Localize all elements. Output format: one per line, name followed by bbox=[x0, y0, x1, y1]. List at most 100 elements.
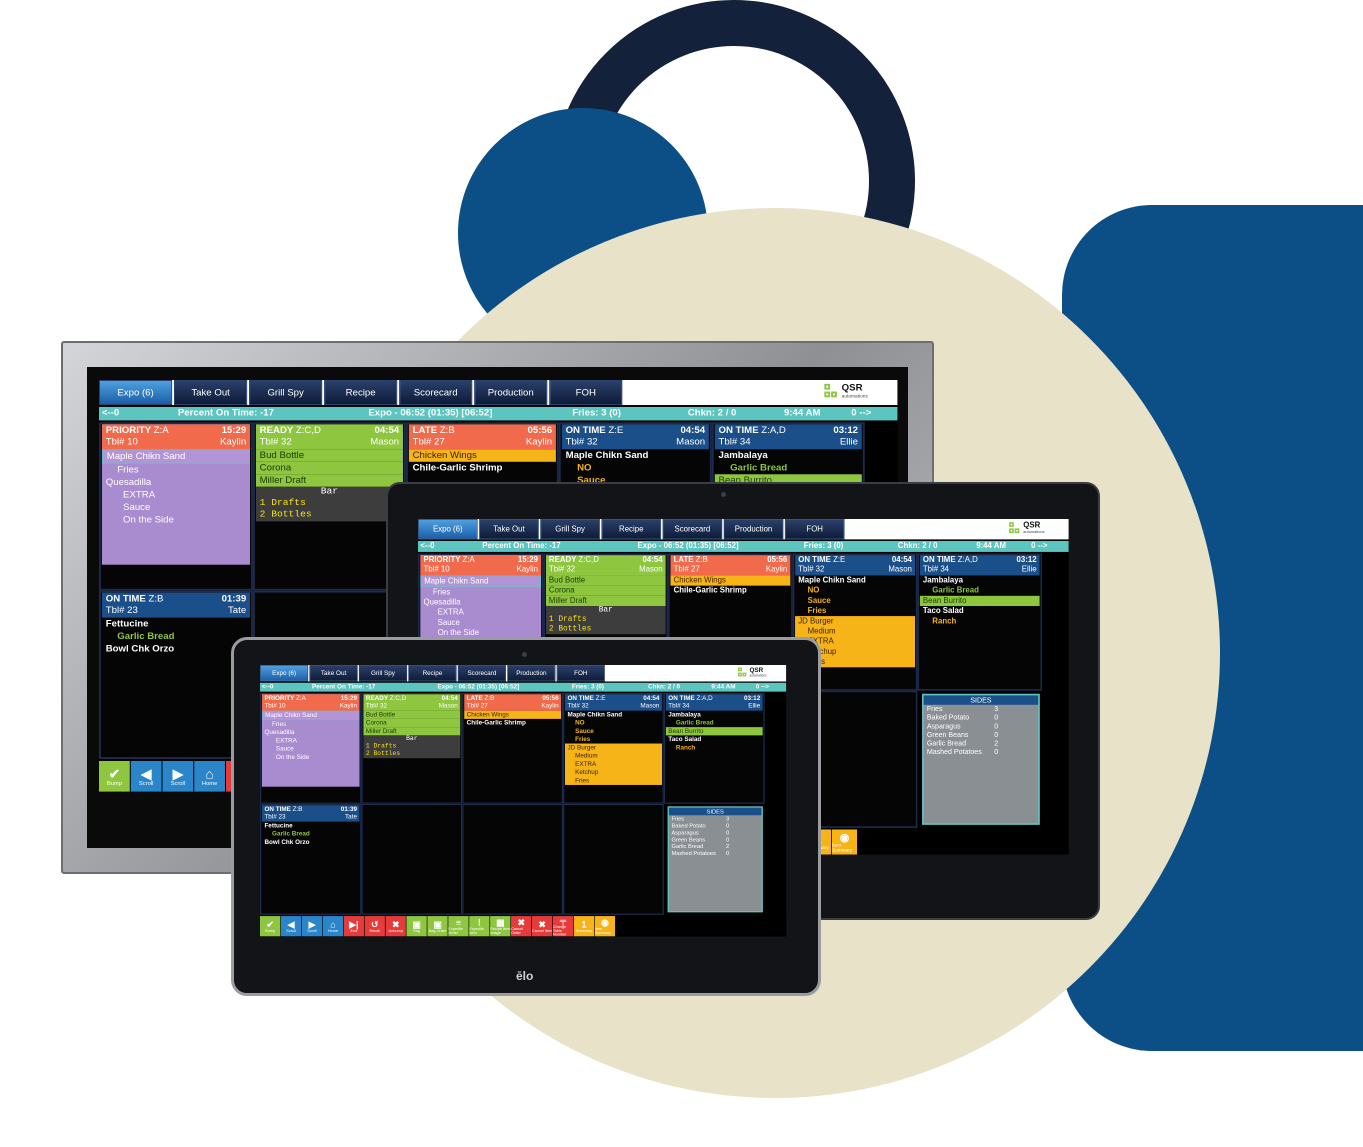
home-button[interactable]: ⌂Home bbox=[194, 760, 226, 792]
arrow-right-button[interactable]: ▶Scroll bbox=[162, 760, 194, 792]
order-item[interactable]: Maple Chikn Sand bbox=[562, 449, 709, 462]
order-item[interactable]: Chicken Wings bbox=[408, 449, 556, 462]
order-item[interactable]: Miller Draft bbox=[255, 474, 403, 487]
order-item[interactable]: Maple Chikn Sand bbox=[261, 710, 360, 721]
unbump-button[interactable]: ✖Unbump bbox=[385, 916, 406, 937]
order-item[interactable]: Chile-Garlic Shrimp bbox=[464, 719, 561, 727]
order-item[interactable]: Quesadilla bbox=[102, 476, 250, 489]
order-item[interactable]: Maple Chikn Sand bbox=[565, 711, 662, 719]
order-item[interactable]: Quesadilla bbox=[420, 597, 541, 607]
bag-button[interactable]: ▣Bag bbox=[406, 916, 427, 937]
order-item[interactable]: Bowl Chk Orzo bbox=[262, 838, 360, 846]
order-item[interactable]: Corona bbox=[545, 585, 666, 596]
ticket-ready[interactable]: READY Z:C,D 04:54 Tbl# 32 Mason Bud Bottle… bbox=[545, 555, 666, 641]
home-button[interactable]: ⌂Home bbox=[322, 916, 344, 937]
ticket-priority[interactable]: PRIORITY Z:A 15:29 Tbl# 10 Kaylin Maple Ch… bbox=[101, 424, 251, 565]
tab-expo[interactable]: Expo (6) bbox=[260, 665, 309, 682]
tab-grill-spy[interactable]: Grill Spy bbox=[540, 519, 600, 540]
tab-take-out[interactable]: Take Out bbox=[174, 380, 248, 406]
tab-production[interactable]: Production bbox=[723, 519, 784, 540]
order-item[interactable]: Maple Chikn Sand bbox=[101, 449, 251, 464]
order-item[interactable]: Fettucine bbox=[262, 822, 360, 830]
item-summary-button[interactable]: ◉Item Summary bbox=[594, 916, 616, 937]
arrow-left-button[interactable]: ◀Scroll bbox=[130, 760, 162, 792]
order-item[interactable]: Quesadilla bbox=[262, 728, 360, 736]
ticket-on-time[interactable]: ON TIME Z:B01:39 Tbl# 23Tate Fettucine G… bbox=[101, 592, 251, 670]
tab-production[interactable]: Production bbox=[507, 665, 556, 682]
order-item[interactable]: Bean Burrito bbox=[919, 595, 1040, 607]
ticket-late[interactable]: LATE Z:B 05:56 Tbl# 27 Kaylin Chicken Wing… bbox=[670, 555, 791, 602]
check-button[interactable]: ✔Bump bbox=[260, 916, 281, 937]
scroll-prev[interactable]: <--0 bbox=[102, 408, 119, 419]
check-button[interactable]: ✔Bump bbox=[99, 760, 130, 792]
order-item[interactable]: Chile-Garlic Shrimp bbox=[409, 462, 556, 475]
ticket-late[interactable]: LATE Z:B 05:56 Tbl# 27 Kaylin Chicken Wing… bbox=[408, 424, 556, 482]
order-item[interactable]: Corona bbox=[255, 461, 403, 475]
expedite-button[interactable]: ≡Expedite Order bbox=[448, 916, 469, 937]
ticket-on-time[interactable]: ON TIME Z:E 04:54 Tbl# 32 Mason Maple Chik… bbox=[564, 694, 662, 802]
order-item[interactable]: Corona bbox=[363, 718, 461, 728]
order-item[interactable]: Bud Bottle bbox=[255, 449, 403, 462]
bag-order-button[interactable]: ▣Bag Order bbox=[427, 916, 448, 937]
recipe-image-button[interactable]: ▦Recipe Item Image bbox=[490, 916, 510, 937]
scroll-next[interactable]: 0 --> bbox=[756, 683, 769, 690]
tab-scorecard[interactable]: Scorecard bbox=[457, 665, 506, 682]
end-button[interactable]: ▶|End bbox=[343, 916, 364, 937]
ticket-ready[interactable]: READY Z:C,D 04:54 Tbl# 32 Mason Bud Bottle… bbox=[363, 694, 461, 764]
recall-button[interactable]: ↺Recall bbox=[364, 916, 385, 937]
order-item[interactable]: Jambalaya bbox=[715, 449, 862, 462]
tab-production[interactable]: Production bbox=[474, 380, 548, 406]
ticket-priority[interactable]: PRIORITY Z:A 15:29 Tbl# 10 Kaylin Maple Ch… bbox=[261, 694, 360, 787]
order-item[interactable]: Bud Bottle bbox=[545, 575, 666, 586]
table-button[interactable]: ╤Change Table Number bbox=[552, 915, 574, 937]
order-item[interactable]: Maple Chikn Sand bbox=[420, 575, 542, 588]
order-item[interactable]: Chicken Wings bbox=[670, 575, 791, 586]
tab-scorecard[interactable]: Scorecard bbox=[662, 519, 723, 540]
order-item[interactable]: Miller Draft bbox=[545, 595, 666, 607]
order-item[interactable]: Chile-Garlic Shrimp bbox=[670, 586, 790, 596]
tab-foh[interactable]: FOH bbox=[556, 665, 605, 682]
scroll-prev[interactable]: <--0 bbox=[420, 542, 434, 551]
arrow-left-button[interactable]: ◀Scroll bbox=[280, 916, 302, 937]
order-item[interactable]: JD Burger bbox=[564, 743, 662, 752]
order-item[interactable]: Maple Chikn Sand bbox=[795, 575, 915, 585]
tab-expo[interactable]: Expo (6) bbox=[418, 519, 478, 540]
tab-take-out[interactable]: Take Out bbox=[309, 665, 358, 682]
tab-recipe[interactable]: Recipe bbox=[324, 380, 398, 406]
scroll-next[interactable]: 0 --> bbox=[1031, 542, 1047, 551]
tab-foh[interactable]: FOH bbox=[784, 519, 845, 540]
expedite-item-button[interactable]: !Expedite Item bbox=[469, 916, 490, 937]
order-item[interactable]: Taco Salad bbox=[920, 606, 1040, 616]
order-item[interactable]: Jambalaya bbox=[666, 711, 763, 719]
ticket-on-time[interactable]: ON TIME Z:B01:39 Tbl# 23Tate Fettucine G… bbox=[261, 805, 360, 856]
order-item[interactable]: Miller Draft bbox=[363, 727, 461, 736]
order-item[interactable]: Bowl Chk Orzo bbox=[102, 643, 250, 656]
ticket-on-time[interactable]: ON TIME Z:A,D 03:12 Tbl# 34 Ellie Jambalay… bbox=[919, 555, 1040, 633]
arrow-right-button[interactable]: ▶Scroll bbox=[301, 916, 323, 937]
scroll-next[interactable]: 0 --> bbox=[851, 408, 871, 419]
tab-expo[interactable]: Expo (6) bbox=[99, 380, 173, 406]
order-item[interactable]: Bud Bottle bbox=[363, 710, 461, 719]
item-summary-button[interactable]: ◉Item Summary bbox=[831, 829, 858, 855]
order-item[interactable]: Jambalaya bbox=[920, 575, 1040, 585]
scroll-prev[interactable]: <--0 bbox=[262, 683, 273, 690]
summary-button[interactable]: 1Summary bbox=[573, 916, 595, 937]
ticket-on-time[interactable]: ON TIME Z:A,D 03:12 Tbl# 34 Ellie Jambalay… bbox=[665, 694, 763, 757]
tab-scorecard[interactable]: Scorecard bbox=[399, 380, 473, 406]
order-item[interactable]: JD Burger bbox=[795, 616, 916, 627]
ticket-ready[interactable]: READY Z:C,D 04:54 Tbl# 32 Mason Bud Bottle… bbox=[255, 424, 403, 530]
tab-foh[interactable]: FOH bbox=[549, 380, 623, 406]
highlighted-item[interactable]: JD Burger Medium EXTRA Ketchup Fries bbox=[564, 743, 662, 785]
tab-recipe[interactable]: Recipe bbox=[601, 519, 662, 540]
cancel-item-button[interactable]: ✖Cancel Item bbox=[531, 916, 552, 937]
order-item[interactable]: Chicken Wings bbox=[464, 710, 562, 719]
order-item[interactable]: Fettucine bbox=[102, 618, 250, 631]
order-item[interactable]: Bean Burrito bbox=[665, 727, 763, 736]
tab-grill-spy[interactable]: Grill Spy bbox=[249, 380, 323, 406]
tab-grill-spy[interactable]: Grill Spy bbox=[358, 665, 408, 682]
tab-take-out[interactable]: Take Out bbox=[479, 519, 539, 540]
tab-recipe[interactable]: Recipe bbox=[408, 665, 457, 682]
order-item[interactable]: Taco Salad bbox=[666, 735, 763, 743]
ticket-late[interactable]: LATE Z:B 05:56 Tbl# 27 Kaylin Chicken Wing… bbox=[464, 694, 562, 732]
cancel-order-button[interactable]: ✖Cancel Order bbox=[511, 916, 532, 937]
